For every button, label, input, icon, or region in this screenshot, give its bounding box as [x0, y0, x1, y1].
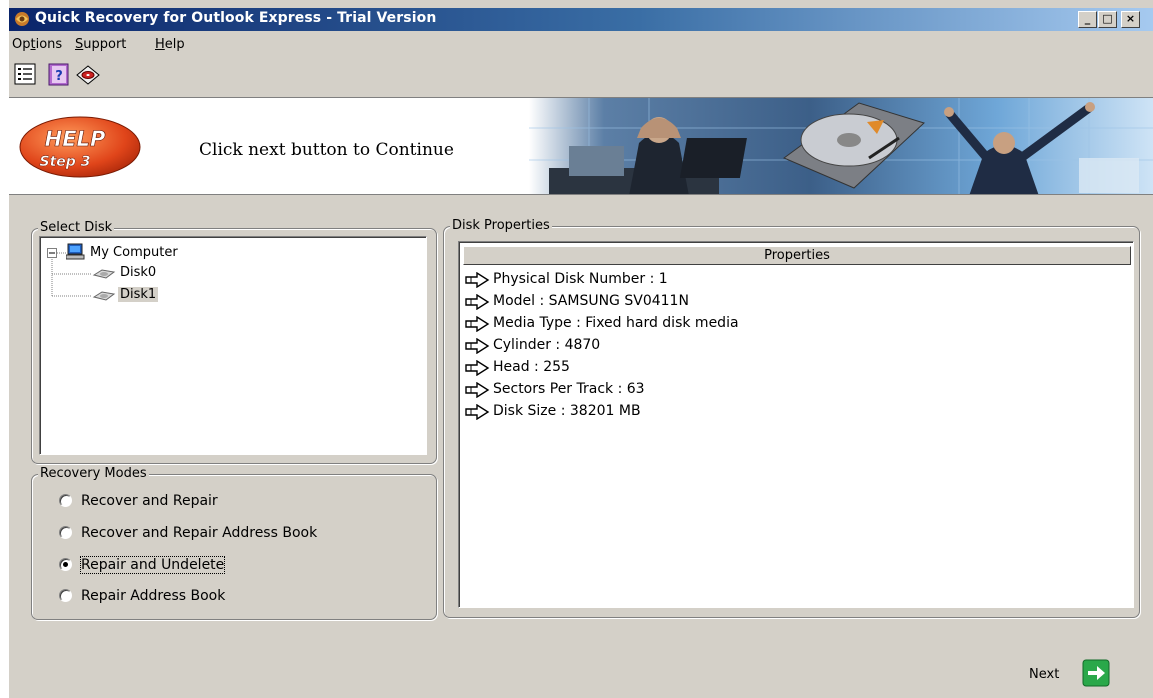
- disk-tree[interactable]: My Computer Disk0 Disk1: [39, 236, 427, 455]
- help-banner: HELP Step 3 Click next button to Continu…: [9, 97, 1153, 195]
- radio-button[interactable]: [59, 526, 72, 539]
- next-label[interactable]: Next: [1029, 667, 1059, 682]
- app-window: Quick Recovery for Outlook Express - Tri…: [8, 0, 1153, 698]
- collapse-icon[interactable]: [47, 248, 57, 258]
- pointing-hand-icon: [465, 272, 490, 288]
- badge-help-text: HELP: [45, 127, 106, 151]
- menu-help[interactable]: Help: [155, 37, 185, 52]
- help-book-icon[interactable]: ?: [46, 61, 72, 87]
- list-icon[interactable]: [13, 61, 39, 87]
- menu-bar: Options Support Help: [9, 34, 1153, 54]
- recovery-modes-label: Recovery Modes: [38, 466, 149, 481]
- radio-label: Repair and Undelete: [79, 556, 226, 574]
- close-button[interactable]: ×: [1121, 11, 1140, 28]
- pointing-hand-icon: [465, 360, 490, 376]
- next-arrow-button[interactable]: [1082, 659, 1110, 687]
- computer-icon: [66, 243, 85, 260]
- select-disk-label: Select Disk: [38, 220, 115, 235]
- tree-item-disk0[interactable]: Disk0: [120, 265, 156, 280]
- tree-item-disk1[interactable]: Disk1: [118, 287, 159, 302]
- property-text: Model : SAMSUNG SV0411N: [493, 293, 689, 309]
- radio-button[interactable]: [59, 494, 72, 507]
- property-text: Head : 255: [493, 359, 570, 375]
- pointing-hand-icon: [465, 404, 490, 420]
- toolbar: ?: [9, 60, 1153, 92]
- pointing-hand-icon: [465, 338, 490, 354]
- disk0-icon: [92, 269, 116, 279]
- radio-label: Recover and Repair Address Book: [81, 525, 318, 541]
- badge-step-text: Step 3: [40, 154, 91, 170]
- properties-column-header[interactable]: Properties: [463, 246, 1131, 265]
- property-text: Physical Disk Number : 1: [493, 271, 668, 287]
- banner-instruction: Click next button to Continue: [199, 140, 454, 160]
- pointing-hand-icon: [465, 294, 490, 310]
- disk-icon[interactable]: [75, 61, 101, 87]
- title-bar[interactable]: Quick Recovery for Outlook Express - Tri…: [9, 8, 1153, 31]
- banner-photo: [529, 98, 1153, 194]
- property-text: Disk Size : 38201 MB: [493, 403, 641, 419]
- window-title: Quick Recovery for Outlook Express - Tri…: [35, 10, 437, 26]
- property-text: Cylinder : 4870: [493, 337, 601, 353]
- radio-button[interactable]: [59, 589, 72, 602]
- properties-list[interactable]: Properties Physical Disk Number : 1 Model…: [458, 241, 1134, 608]
- minimize-button[interactable]: _: [1078, 11, 1097, 28]
- app-logo-icon: [15, 12, 29, 26]
- radio-label: Recover and Repair: [81, 493, 218, 509]
- menu-options[interactable]: Options: [12, 37, 62, 52]
- svg-text:?: ?: [55, 69, 63, 84]
- maximize-button[interactable]: □: [1098, 11, 1117, 28]
- menu-support[interactable]: Support: [75, 37, 126, 52]
- property-text: Sectors Per Track : 63: [493, 381, 645, 397]
- property-text: Media Type : Fixed hard disk media: [493, 315, 739, 331]
- tree-item-my-computer[interactable]: My Computer: [90, 245, 178, 260]
- disk-properties-label: Disk Properties: [450, 218, 552, 233]
- pointing-hand-icon: [465, 316, 490, 332]
- disk1-icon: [92, 291, 116, 301]
- help-step-badge: HELP Step 3: [19, 116, 141, 178]
- radio-label: Repair Address Book: [81, 588, 226, 604]
- radio-button-selected[interactable]: [59, 558, 72, 571]
- pointing-hand-icon: [465, 382, 490, 398]
